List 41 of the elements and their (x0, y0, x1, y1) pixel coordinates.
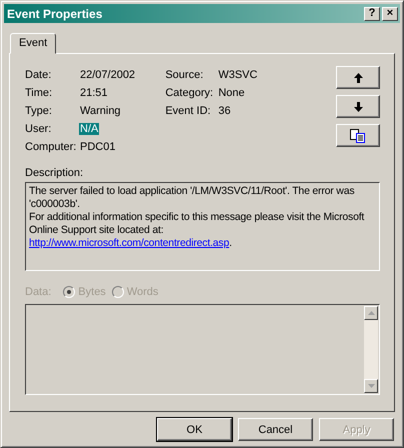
field-value: 36 (217, 105, 232, 117)
field-label: Source: (165, 69, 204, 81)
radio-label: Words (126, 286, 158, 298)
field-label: Date: (25, 69, 52, 81)
down-arrow-icon (354, 102, 362, 112)
field-value: 22/07/2002 (79, 69, 136, 81)
copy-icon (350, 128, 366, 142)
period: . (229, 237, 232, 249)
up-arrow-icon (354, 72, 362, 82)
field-value: N/A (79, 123, 100, 135)
description-text: The server failed to load application '/LM/W3SVC/11/Root'. The error was 'c000003b'. For additional information specific to this message please visit the Microsoft Online Support site located at: (29, 185, 366, 237)
window-title: Event Properties (7, 6, 102, 20)
previous-button[interactable] (336, 66, 380, 89)
data-label: Data: (25, 286, 52, 298)
field-value: Warning (79, 105, 122, 117)
description-label: Description: (25, 167, 84, 179)
copy-button[interactable] (336, 124, 380, 147)
scroll-down-button[interactable] (364, 379, 378, 393)
close-button[interactable]: × (382, 6, 398, 20)
scrollbar[interactable] (364, 306, 378, 393)
dialog-button[interactable]: OK (157, 418, 232, 441)
tab[interactable]: Event (10, 33, 56, 54)
field-label: Type: (25, 105, 53, 117)
field-label: Computer: (25, 141, 78, 153)
field-value: PDC01 (79, 141, 116, 153)
help-button[interactable]: ? (364, 6, 380, 20)
dialog-button[interactable]: Cancel (238, 418, 313, 441)
field-label: Category: (165, 87, 214, 99)
field-label: Event ID: (165, 105, 212, 117)
description-box[interactable] (25, 182, 380, 271)
next-button[interactable] (336, 95, 380, 118)
field-value: 21:51 (79, 87, 109, 99)
up-triangle-icon (368, 311, 374, 315)
radio-label: Bytes (78, 286, 106, 298)
field-label: User: (25, 123, 52, 135)
field-value: W3SVC (217, 69, 258, 81)
down-triangle-icon (368, 384, 374, 388)
field-value: None (217, 87, 246, 99)
field-label: Time: (25, 87, 54, 99)
support-link[interactable]: http://www.microsoft.com/contentredirect.asp (29, 237, 230, 249)
scroll-up-button[interactable] (364, 306, 378, 320)
